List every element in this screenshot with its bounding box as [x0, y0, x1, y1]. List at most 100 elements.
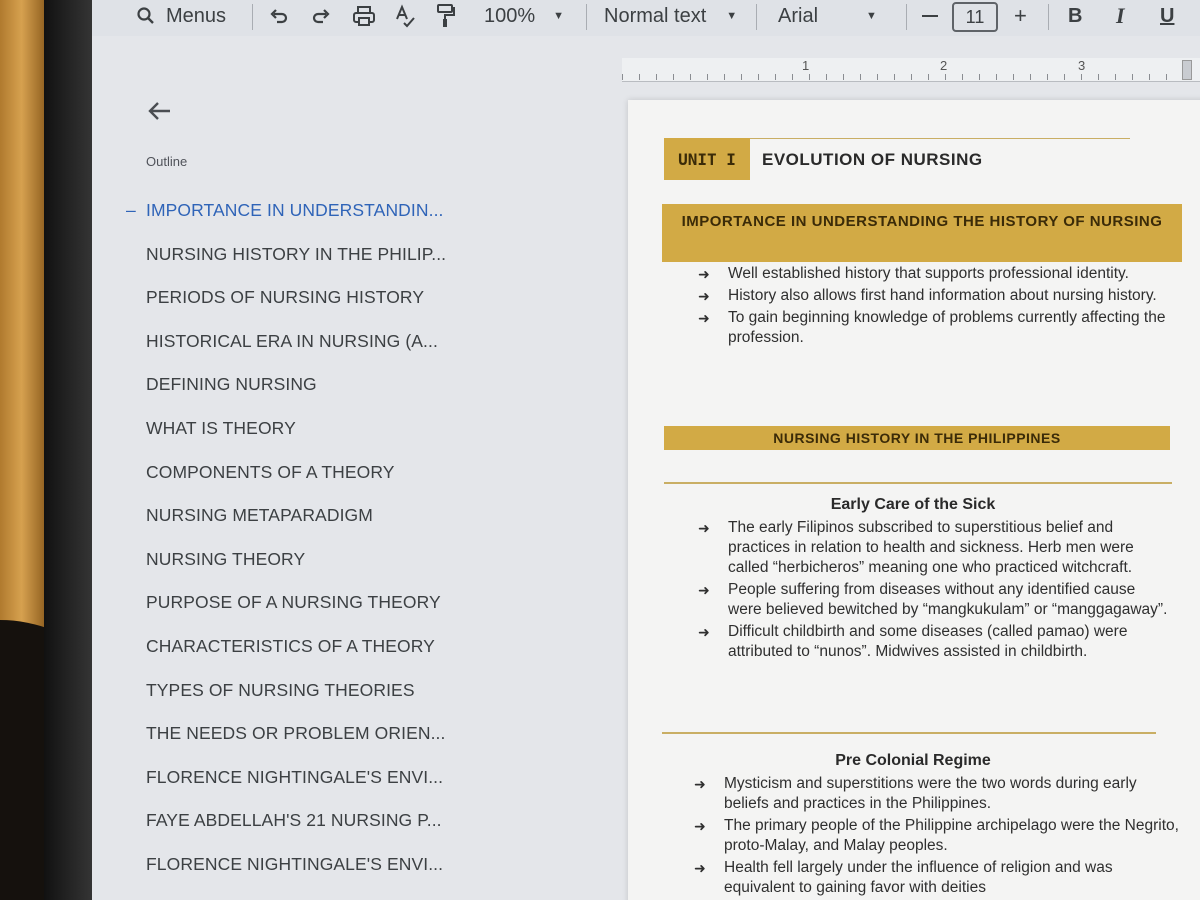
bold-button[interactable]: B: [1068, 2, 1082, 30]
outline-item[interactable]: PERIODS OF NURSING HISTORY: [146, 287, 446, 331]
list-item-text: The early Filipinos subscribed to supers…: [728, 519, 1134, 576]
outline-title: Outline: [146, 154, 188, 169]
list-item: ➜ Health fell largely under the influence…: [694, 858, 1184, 898]
outline-item[interactable]: TYPES OF NURSING THEORIES: [146, 680, 446, 724]
list-item: ➜ To gain beginning knowledge of problems…: [698, 308, 1188, 348]
outline-item[interactable]: CHARACTERISTICS OF A THEORY: [146, 636, 446, 680]
arrow-right-icon: ➜: [698, 266, 710, 282]
outline-item-label: FLORENCE NIGHTINGALE'S ENVI...: [146, 766, 444, 787]
outline-item-label: NURSING HISTORY IN THE PHILIP...: [146, 243, 447, 264]
font-size-value: 11: [965, 6, 985, 27]
italic-icon: I: [1116, 3, 1125, 28]
underline-icon: U: [1160, 4, 1175, 27]
list-item: ➜ The primary people of the Philippine ar…: [694, 816, 1184, 856]
arrow-right-icon: ➜: [694, 860, 706, 876]
bold-icon: B: [1068, 4, 1083, 27]
outline-panel: Outline – IMPORTANCE IN UNDERSTANDIN... N…: [92, 80, 622, 900]
section-heading: IMPORTANCE IN UNDERSTANDING THE HISTORY …: [662, 204, 1182, 262]
chevron-down-icon: ▼: [726, 10, 738, 22]
list-item-text: People suffering from diseases without a…: [728, 581, 1168, 618]
style-value: Normal text: [604, 4, 707, 27]
underline-button[interactable]: U: [1160, 2, 1174, 30]
arrow-right-icon: ➜: [698, 582, 710, 598]
outline-item[interactable]: FLORENCE NIGHTINGALE'S ENVI...: [146, 854, 446, 898]
font-size-input[interactable]: 11: [952, 2, 998, 32]
arrow-right-icon: ➜: [698, 288, 710, 304]
outline-item[interactable]: DEFINING NURSING: [146, 374, 446, 418]
list-item: ➜ Difficult childbirth and some diseases …: [698, 622, 1168, 662]
menus-label: Menus: [166, 4, 227, 27]
zoom-value: 100%: [484, 4, 536, 27]
bullet-list: ➜ The early Filipinos subscribed to super…: [698, 518, 1168, 664]
arrow-right-icon: ➜: [698, 624, 710, 640]
list-item-text: The primary people of the Philippine arc…: [724, 817, 1179, 854]
arrow-right-icon: ➜: [694, 818, 706, 834]
paint-format-button[interactable]: [436, 2, 456, 30]
minus-icon: [922, 15, 938, 17]
outline-list: – IMPORTANCE IN UNDERSTANDIN... NURSING H…: [126, 200, 446, 898]
list-item-text: Mysticism and superstitions were the two…: [724, 775, 1137, 812]
list-item: ➜ Well established history that supports …: [698, 264, 1188, 284]
print-button[interactable]: [352, 2, 376, 30]
outline-item-label: FLORENCE NIGHTINGALE'S ENVI...: [146, 853, 444, 874]
toolbar-divider: [756, 4, 757, 30]
decrease-font-size-button[interactable]: [922, 2, 938, 30]
outline-item-label: NURSING THEORY: [146, 548, 306, 569]
subsection-heading: Early Care of the Sick: [830, 496, 996, 513]
outline-item[interactable]: NURSING THEORY: [146, 549, 446, 593]
menus-search-button[interactable]: Menus: [136, 2, 226, 30]
list-item: ➜ Mysticism and superstitions were the tw…: [694, 774, 1184, 814]
outline-item[interactable]: – IMPORTANCE IN UNDERSTANDIN...: [126, 200, 446, 244]
outline-item[interactable]: FLORENCE NIGHTINGALE'S ENVI...: [146, 767, 446, 811]
font-select[interactable]: Arial ▼: [778, 2, 877, 30]
docs-window: Menus 100% ▼ Normal text ▼ Arial ▼ 11 + …: [92, 0, 1200, 900]
outline-item[interactable]: NURSING METAPARADIGM: [146, 505, 446, 549]
outline-item-label: DEFINING NURSING: [146, 374, 317, 395]
list-item-text: Difficult childbirth and some diseases (…: [728, 623, 1128, 660]
outline-item-label: TYPES OF NURSING THEORIES: [146, 679, 415, 700]
outline-item[interactable]: COMPONENTS OF A THEORY: [146, 462, 446, 506]
subsection-heading: Pre Colonial Regime: [835, 752, 991, 769]
toolbar-divider: [906, 4, 907, 30]
list-item-text: History also allows first hand informati…: [728, 287, 1157, 304]
list-item-text: To gain beginning knowledge of problems …: [728, 309, 1166, 346]
ruler-mark: 2: [940, 58, 948, 73]
spellcheck-button[interactable]: [394, 2, 416, 30]
list-item: ➜ History also allows first hand informat…: [698, 286, 1188, 306]
arrow-right-icon: ➜: [698, 520, 710, 536]
outline-item[interactable]: PURPOSE OF A NURSING THEORY: [146, 592, 446, 636]
zoom-select[interactable]: 100% ▼: [484, 2, 564, 30]
outline-item-label: IMPORTANCE IN UNDERSTANDIN...: [146, 200, 444, 220]
style-select[interactable]: Normal text ▼: [604, 2, 737, 30]
divider-line: [662, 732, 1156, 734]
list-item-text: Well established history that supports p…: [728, 265, 1129, 282]
chevron-down-icon: ▼: [553, 10, 565, 22]
right-indent-marker[interactable]: [1182, 60, 1192, 80]
arrow-right-icon: ➜: [694, 776, 706, 792]
outline-item-label: WHAT IS THEORY: [146, 417, 296, 438]
bullet-list: ➜ Mysticism and superstitions were the tw…: [694, 774, 1184, 900]
undo-button[interactable]: [268, 2, 290, 30]
increase-font-size-button[interactable]: +: [1014, 2, 1027, 30]
outline-item[interactable]: HISTORICAL ERA IN NURSING (A...: [146, 331, 446, 375]
outline-item[interactable]: THE NEEDS OR PROBLEM ORIEN...: [146, 723, 446, 767]
font-value: Arial: [778, 4, 819, 27]
redo-icon: [312, 9, 330, 24]
document-page[interactable]: UNIT I EVOLUTION OF NURSING IMPORTANCE I…: [628, 100, 1200, 900]
redo-button[interactable]: [310, 2, 332, 30]
plus-icon: +: [1014, 3, 1027, 28]
back-arrow-icon[interactable]: [146, 98, 172, 128]
horizontal-ruler[interactable]: 1 2 3: [622, 58, 1200, 82]
search-icon: [137, 7, 154, 24]
arrow-right-icon: ➜: [698, 310, 710, 326]
undo-icon: [270, 9, 288, 24]
outline-item[interactable]: NURSING HISTORY IN THE PHILIP...: [146, 244, 446, 288]
italic-button[interactable]: I: [1116, 2, 1125, 30]
outline-item[interactable]: WHAT IS THEORY: [146, 418, 446, 462]
toolbar: Menus 100% ▼ Normal text ▼ Arial ▼ 11 + …: [92, 0, 1200, 36]
section-heading: NURSING HISTORY IN THE PHILIPPINES: [664, 426, 1170, 450]
toolbar-divider: [252, 4, 253, 30]
divider-line: [664, 482, 1172, 484]
list-item: ➜ The early Filipinos subscribed to super…: [698, 518, 1168, 578]
outline-item[interactable]: FAYE ABDELLAH'S 21 NURSING P...: [146, 810, 446, 854]
